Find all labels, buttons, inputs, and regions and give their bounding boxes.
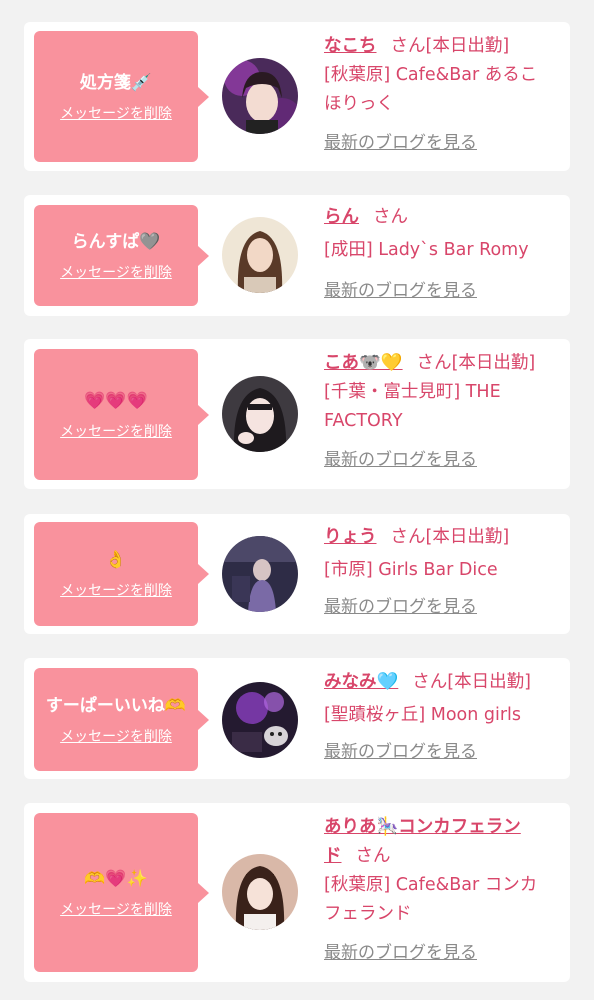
message-bubble: 処方箋💉 メッセージを削除 — [34, 31, 209, 162]
delete-message-link[interactable]: メッセージを削除 — [60, 262, 172, 282]
status-badge: [本日出勤] — [425, 527, 510, 547]
cast-name-link[interactable]: なこち — [324, 36, 377, 56]
san-label: さん — [390, 527, 426, 547]
san-label: さん — [355, 846, 391, 866]
san-label: さん — [373, 207, 408, 227]
cast-name-link[interactable]: こあ🐨💛 — [324, 353, 403, 373]
shop-name: [聖蹟桜ヶ丘] Moon girls — [324, 705, 522, 725]
message-card: 👌 メッセージを削除 りょう さん[本日出勤] [市原] Girls Bar Di… — [24, 514, 570, 634]
delete-message-link[interactable]: メッセージを削除 — [60, 899, 172, 919]
status-badge: [本日出勤] — [425, 36, 510, 56]
name-row: なこち さん[本日出勤] — [324, 32, 560, 61]
latest-blog-link[interactable]: 最新のブログを見る — [324, 446, 477, 475]
san-label: さん — [412, 672, 448, 692]
shop-name-cont: フェランド — [324, 904, 412, 924]
info-block: こあ🐨💛 さん[本日出勤] [千葉・富士見町] THE FACTORY 最新のブロ… — [324, 349, 560, 475]
shop-name-cont: FACTORY — [324, 411, 403, 431]
message-bubble: らんすぱ🩶 メッセージを削除 — [34, 205, 209, 306]
cast-name-link[interactable]: りょう — [324, 527, 377, 547]
delete-message-link[interactable]: メッセージを削除 — [60, 580, 172, 600]
info-block: みなみ🩵 さん[本日出勤] [聖蹟桜ヶ丘] Moon girls 最新のブログを見… — [324, 668, 560, 767]
name-row-cont: ドさん — [324, 842, 560, 871]
name-row: みなみ🩵 さん[本日出勤] — [324, 668, 560, 697]
name-row: こあ🐨💛 さん[本日出勤] — [324, 349, 560, 378]
message-text: 💗💗💗 — [84, 390, 148, 411]
status-badge: [本日出勤] — [451, 353, 536, 373]
avatar[interactable] — [222, 682, 298, 758]
cast-name-link[interactable]: ありあ🎠コンカフェラン — [324, 817, 521, 837]
message-card: 🫶💗✨ メッセージを削除 ありあ🎠コンカフェラン ドさん [秋葉原] Cafe&… — [24, 803, 570, 982]
avatar[interactable] — [222, 376, 298, 452]
message-bubble: 💗💗💗 メッセージを削除 — [34, 349, 209, 480]
avatar[interactable] — [222, 58, 298, 134]
message-text: すーぱーいいね🫶 — [45, 695, 187, 716]
message-text: 🫶💗✨ — [84, 868, 148, 889]
shop-name: [秋葉原] Cafe&Bar あるこ — [324, 65, 538, 85]
delete-message-link[interactable]: メッセージを削除 — [60, 103, 172, 123]
message-text: らんすぱ🩶 — [71, 231, 161, 252]
shop-name: [成田] Lady`s Bar Romy — [324, 240, 529, 260]
san-label: さん — [390, 36, 426, 56]
shop-name: [千葉・富士見町] THE — [324, 382, 501, 402]
status-badge: [本日出勤] — [447, 672, 531, 692]
cast-name-link-cont[interactable]: ド — [324, 846, 342, 866]
san-label: さん — [416, 353, 452, 373]
latest-blog-link[interactable]: 最新のブログを見る — [324, 738, 477, 767]
shop-name-cont: ほりっく — [324, 94, 394, 114]
message-bubble: 👌 メッセージを削除 — [34, 522, 209, 626]
delete-message-link[interactable]: メッセージを削除 — [60, 421, 172, 441]
avatar[interactable] — [222, 217, 298, 293]
shop-name: [市原] Girls Bar Dice — [324, 560, 498, 580]
cast-name-link[interactable]: みなみ🩵 — [324, 672, 398, 692]
message-text: 処方箋💉 — [79, 72, 153, 93]
name-row: らん さん — [324, 203, 560, 232]
message-list: 処方箋💉 メッセージを削除 なこち さん[本日出勤] [秋葉原] Cafe&Bar… — [0, 0, 594, 1000]
message-card: すーぱーいいね🫶 メッセージを削除 みなみ🩵 さん[本日出勤] [聖蹟桜ヶ丘] M… — [24, 658, 570, 779]
message-card: 💗💗💗 メッセージを削除 こあ🐨💛 さん[本日出勤] [千葉・富士見町] THE … — [24, 339, 570, 489]
latest-blog-link[interactable]: 最新のブログを見る — [324, 129, 477, 158]
latest-blog-link[interactable]: 最新のブログを見る — [324, 593, 477, 622]
info-block: なこち さん[本日出勤] [秋葉原] Cafe&Bar あるこ ほりっく 最新のブ… — [324, 32, 560, 158]
message-bubble: すーぱーいいね🫶 メッセージを削除 — [34, 668, 209, 771]
name-row: ありあ🎠コンカフェラン — [324, 813, 560, 842]
info-block: ありあ🎠コンカフェラン ドさん [秋葉原] Cafe&Bar コンカ フェランド… — [324, 813, 560, 968]
latest-blog-link[interactable]: 最新のブログを見る — [324, 277, 477, 306]
delete-message-link[interactable]: メッセージを削除 — [60, 726, 172, 746]
message-card: 処方箋💉 メッセージを削除 なこち さん[本日出勤] [秋葉原] Cafe&Bar… — [24, 22, 570, 171]
message-text: 👌 — [105, 550, 127, 570]
shop-name: [秋葉原] Cafe&Bar コンカ — [324, 875, 538, 895]
cast-name-link[interactable]: らん — [324, 207, 359, 227]
avatar[interactable] — [222, 536, 298, 612]
message-card: らんすぱ🩶 メッセージを削除 らん さん [成田] Lady`s Bar Romy… — [24, 195, 570, 316]
info-block: らん さん [成田] Lady`s Bar Romy 最新のブログを見る — [324, 203, 560, 306]
message-bubble: 🫶💗✨ メッセージを削除 — [34, 813, 209, 972]
avatar[interactable] — [222, 854, 298, 930]
latest-blog-link[interactable]: 最新のブログを見る — [324, 939, 477, 968]
info-block: りょう さん[本日出勤] [市原] Girls Bar Dice 最新のブログを見… — [324, 523, 560, 622]
name-row: りょう さん[本日出勤] — [324, 523, 560, 552]
